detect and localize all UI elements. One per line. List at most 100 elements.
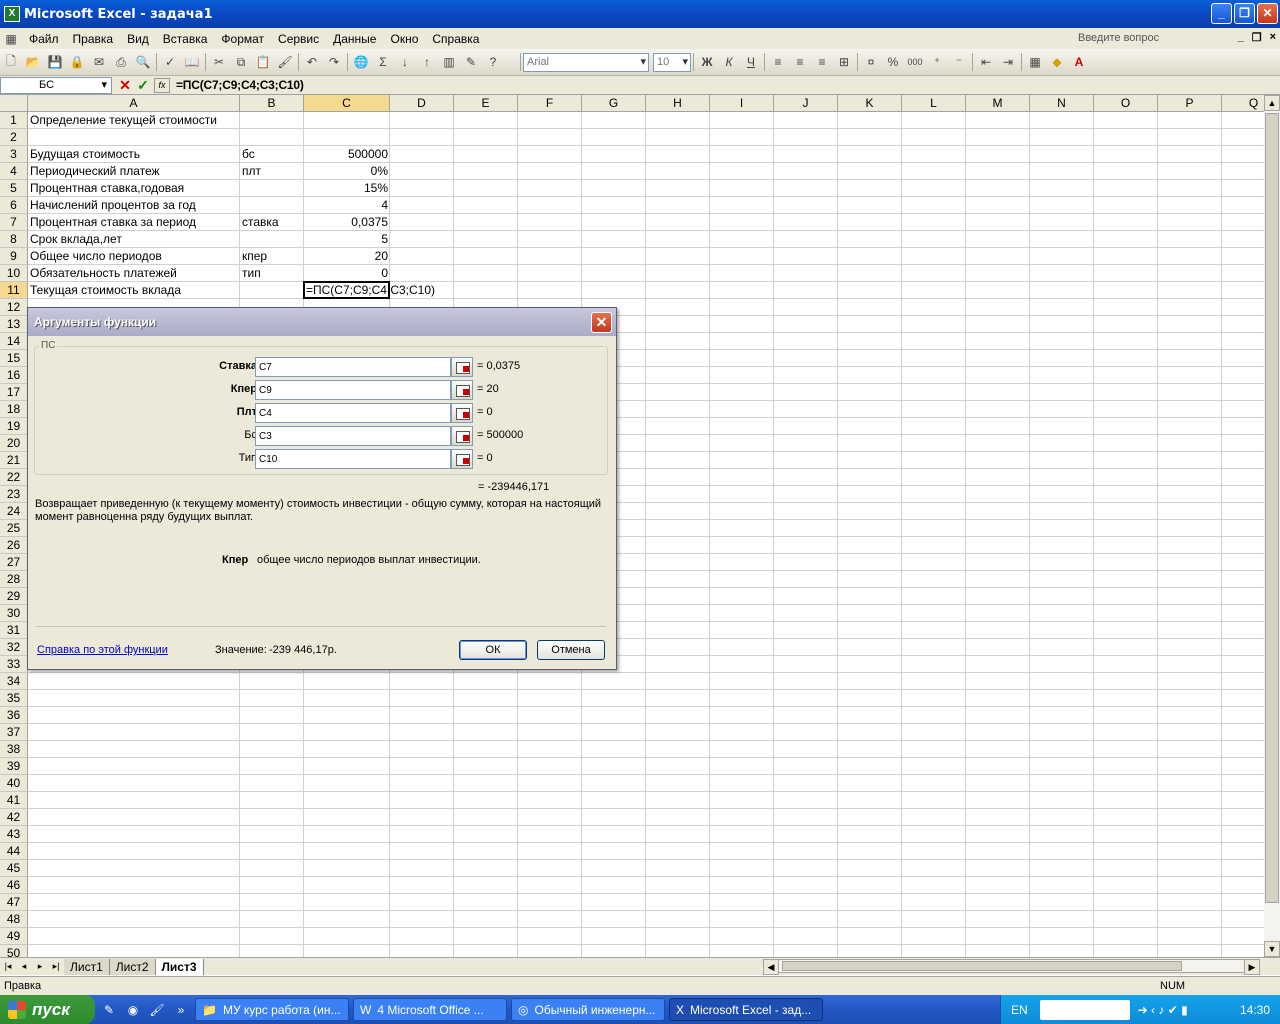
cell-A1[interactable]: Определение текущей стоимости — [28, 112, 240, 129]
align-center-icon[interactable]: ≡ — [789, 52, 811, 72]
row-header-45[interactable]: 45 — [0, 860, 28, 877]
row-header-44[interactable]: 44 — [0, 843, 28, 860]
row-header-17[interactable]: 17 — [0, 384, 28, 401]
argument-input[interactable]: C3 — [255, 426, 451, 446]
argument-input[interactable]: C4 — [255, 403, 451, 423]
column-header-G[interactable]: G — [582, 95, 646, 112]
row-header-27[interactable]: 27 — [0, 554, 28, 571]
row-header-4[interactable]: 4 — [0, 163, 28, 180]
column-header-O[interactable]: O — [1094, 95, 1158, 112]
select-all-corner[interactable] — [0, 95, 28, 112]
print-icon[interactable]: ⎙ — [110, 52, 132, 72]
row-header-47[interactable]: 47 — [0, 894, 28, 911]
cell-A11[interactable]: Текущая стоимость вклада — [28, 282, 240, 299]
column-header-M[interactable]: M — [966, 95, 1030, 112]
row-header-7[interactable]: 7 — [0, 214, 28, 231]
new-icon[interactable]: 🗋 — [0, 52, 22, 72]
insert-function-icon[interactable]: fx — [154, 77, 170, 93]
menu-file[interactable]: Файл — [22, 32, 66, 46]
notepad-icon[interactable]: ✎ — [99, 1000, 119, 1020]
undo-icon[interactable]: ↶ — [301, 52, 323, 72]
decrease-indent-icon[interactable]: ⇤ — [975, 52, 997, 72]
cell-A10[interactable]: Обязательность платежей — [28, 265, 240, 282]
cell-A5[interactable]: Процентная ставка,годовая — [28, 180, 240, 197]
row-header-9[interactable]: 9 — [0, 248, 28, 265]
cell-C5[interactable]: 15% — [304, 180, 390, 197]
menu-edit[interactable]: Правка — [66, 32, 121, 46]
menu-format[interactable]: Формат — [214, 32, 271, 46]
collapse-dialog-icon[interactable] — [451, 449, 473, 469]
bold-button[interactable]: Ж — [696, 52, 718, 72]
column-header-Q[interactable]: Q — [1222, 95, 1264, 112]
vertical-scroll-thumb[interactable] — [1265, 113, 1279, 903]
row-header-14[interactable]: 14 — [0, 333, 28, 350]
horizontal-scroll-thumb[interactable] — [782, 961, 1182, 971]
dialog-title-bar[interactable]: Аргументы функции ✕ — [28, 308, 616, 336]
ok-button[interactable]: ОК — [459, 640, 527, 660]
row-header-36[interactable]: 36 — [0, 707, 28, 724]
row-header-15[interactable]: 15 — [0, 350, 28, 367]
row-header-50[interactable]: 50 — [0, 945, 28, 957]
formula-input[interactable]: =ПС(C7;C9;C4;C3;C10) — [176, 78, 304, 92]
underline-button[interactable]: Ч — [740, 52, 762, 72]
collapse-dialog-icon[interactable] — [451, 380, 473, 400]
row-header-13[interactable]: 13 — [0, 316, 28, 333]
merge-center-icon[interactable]: ⊞ — [833, 52, 855, 72]
align-right-icon[interactable]: ≡ — [811, 52, 833, 72]
sheet-tab-3[interactable]: Лист3 — [155, 958, 204, 975]
column-header-J[interactable]: J — [774, 95, 838, 112]
row-header-40[interactable]: 40 — [0, 775, 28, 792]
dialog-close-icon[interactable]: ✕ — [591, 312, 612, 333]
row-header-34[interactable]: 34 — [0, 673, 28, 690]
cut-icon[interactable]: ✂ — [208, 52, 230, 72]
row-header-2[interactable]: 2 — [0, 129, 28, 146]
row-header-11[interactable]: 11 — [0, 282, 28, 299]
help-icon[interactable]: ? — [482, 52, 504, 72]
language-indicator[interactable]: EN — [1011, 1003, 1028, 1017]
chart-wizard-icon[interactable]: ▥ — [438, 52, 460, 72]
row-header-49[interactable]: 49 — [0, 928, 28, 945]
next-sheet-icon[interactable]: ▸ — [32, 961, 48, 972]
menu-view[interactable]: Вид — [120, 32, 156, 46]
quicklaunch-more-icon[interactable]: » — [171, 1000, 191, 1020]
row-header-35[interactable]: 35 — [0, 690, 28, 707]
last-sheet-icon[interactable]: ▸| — [48, 961, 64, 972]
cell-A9[interactable]: Общее число периодов — [28, 248, 240, 265]
cell-C9[interactable]: 20 — [304, 248, 390, 265]
column-header-E[interactable]: E — [454, 95, 518, 112]
cell-A7[interactable]: Процентная ставка за период — [28, 214, 240, 231]
menu-tools[interactable]: Сервис — [271, 32, 326, 46]
autosum-icon[interactable]: Σ — [372, 52, 394, 72]
cell-C4[interactable]: 0% — [304, 163, 390, 180]
argument-input[interactable]: C10 — [255, 449, 451, 469]
doc-minimize-button[interactable]: _ — [1238, 31, 1244, 44]
paint-icon[interactable]: 🖌 — [147, 1000, 167, 1020]
decrease-decimal-icon[interactable]: ⁻ — [948, 52, 970, 72]
row-header-8[interactable]: 8 — [0, 231, 28, 248]
horizontal-scrollbar[interactable]: ◀ ▶ — [763, 959, 1260, 975]
prev-sheet-icon[interactable]: ◂ — [16, 961, 32, 972]
cell-A8[interactable]: Срок вклада,лет — [28, 231, 240, 248]
cell-B9[interactable]: кпер — [240, 248, 304, 265]
cell-C8[interactable]: 5 — [304, 231, 390, 248]
row-header-6[interactable]: 6 — [0, 197, 28, 214]
scroll-down-icon[interactable]: ▼ — [1264, 941, 1280, 957]
collapse-dialog-icon[interactable] — [451, 426, 473, 446]
font-color-icon[interactable]: A — [1068, 52, 1090, 72]
row-header-22[interactable]: 22 — [0, 469, 28, 486]
row-header-23[interactable]: 23 — [0, 486, 28, 503]
column-header-P[interactable]: P — [1158, 95, 1222, 112]
cell-C10[interactable]: 0 — [304, 265, 390, 282]
row-header-43[interactable]: 43 — [0, 826, 28, 843]
fill-color-icon[interactable]: ◆ — [1046, 52, 1068, 72]
italic-button[interactable]: К — [718, 52, 740, 72]
row-header-30[interactable]: 30 — [0, 605, 28, 622]
argument-input[interactable]: C9 — [255, 380, 451, 400]
collapse-dialog-icon[interactable] — [451, 357, 473, 377]
row-header-37[interactable]: 37 — [0, 724, 28, 741]
row-header-38[interactable]: 38 — [0, 741, 28, 758]
scroll-up-icon[interactable]: ▲ — [1264, 95, 1280, 111]
menu-help[interactable]: Справка — [425, 32, 486, 46]
task-excel[interactable]: X Microsoft Excel - зад... — [669, 998, 823, 1021]
column-header-A[interactable]: A — [28, 95, 240, 112]
